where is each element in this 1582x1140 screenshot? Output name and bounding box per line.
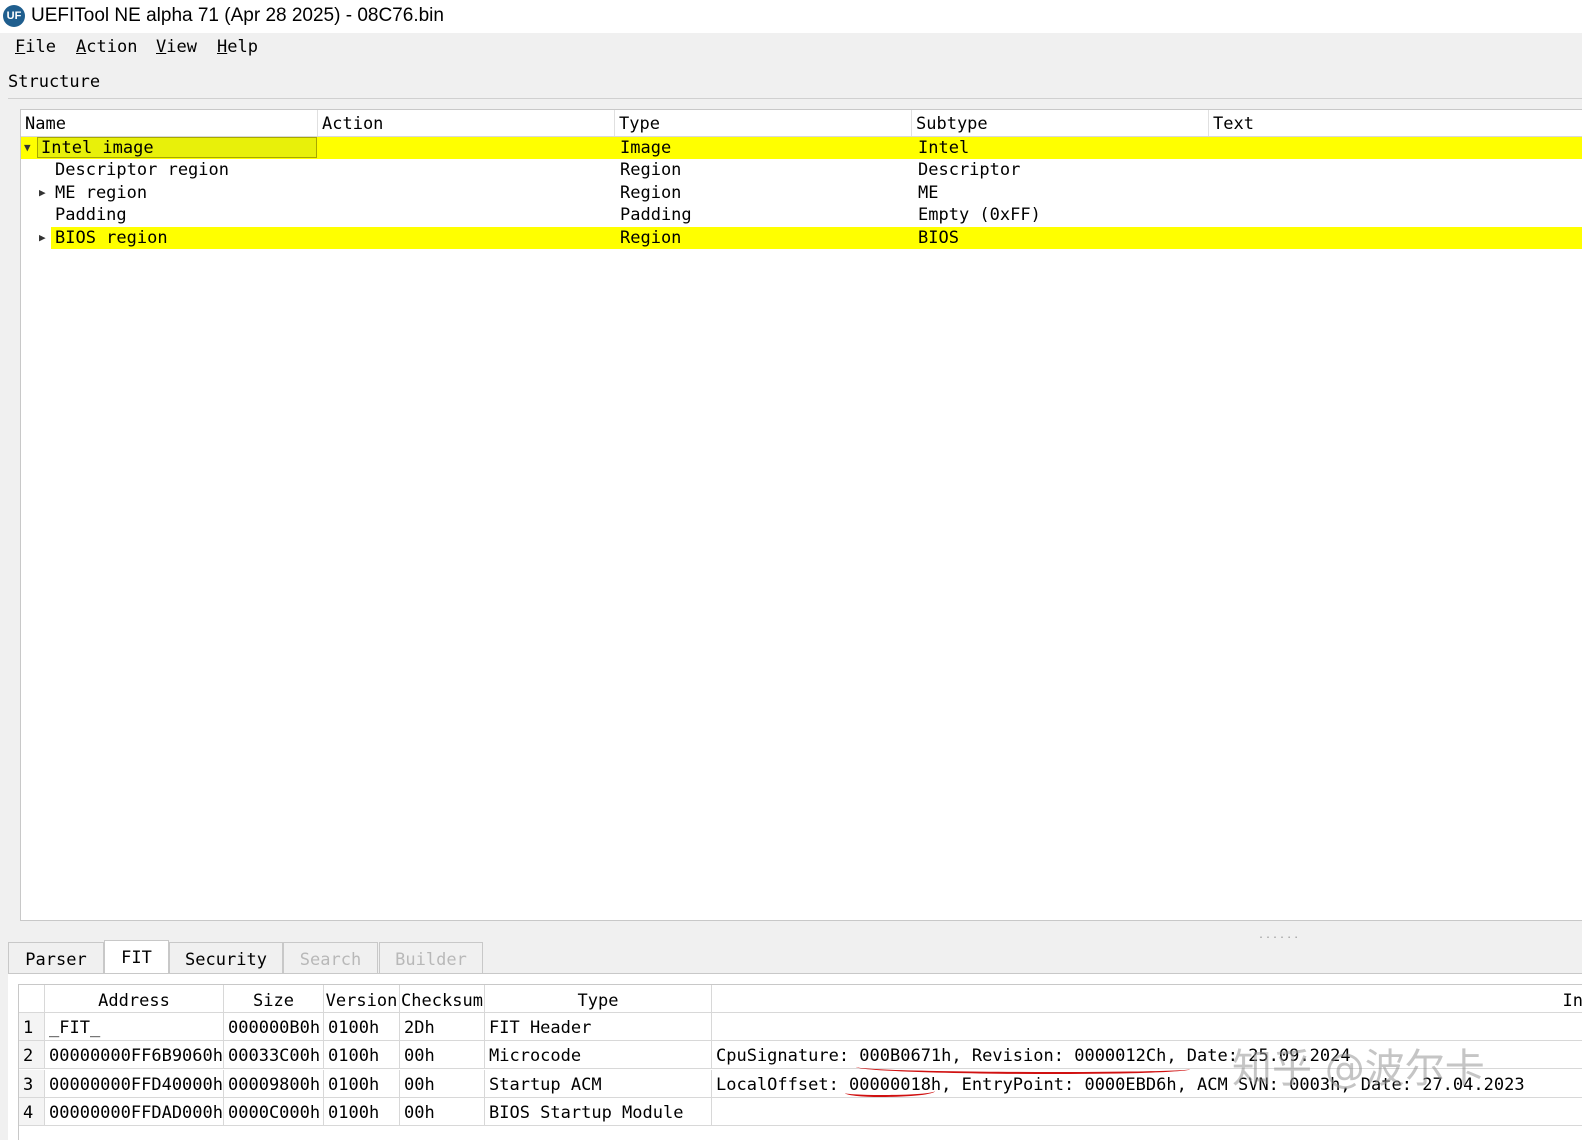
row-subtype: BIOS (918, 228, 959, 248)
row-name: Intel image (41, 138, 154, 158)
row-type: Region (620, 228, 682, 248)
fit-type: BIOS Startup Module (485, 1098, 712, 1126)
col-header-action[interactable]: Action (318, 110, 615, 136)
tree-row-descriptor-region[interactable]: Descriptor region Region Descriptor (21, 159, 1582, 181)
tab-search: Search (283, 942, 378, 973)
row-name: BIOS region (55, 228, 168, 248)
fit-table-header: Address Size Version Checksum Type In (19, 985, 1582, 1013)
fit-address: 00000000FFD40000h (45, 1070, 224, 1098)
fit-size: 0000C000h (224, 1098, 324, 1126)
tab-security[interactable]: Security (169, 942, 283, 973)
tab-builder: Builder (379, 942, 483, 973)
row-number: 4 (19, 1098, 45, 1126)
window-title: UEFITool NE alpha 71 (Apr 28 2025) - 08C… (31, 5, 444, 26)
structure-panel-label: Structure (8, 72, 101, 92)
tree-row-intel-image[interactable]: ▼ Intel image Image Intel (21, 137, 1582, 159)
tab-parser[interactable]: Parser (8, 942, 104, 973)
expand-arrow-icon[interactable]: ▶ (39, 227, 46, 249)
tree-row-bios-region[interactable]: ▶ BIOS region Region BIOS (39, 227, 1582, 249)
menu-accel: F (15, 37, 26, 57)
fit-size: 000000B0h (224, 1013, 324, 1041)
menu-label: ile (25, 37, 56, 57)
fit-size: 00033C00h (224, 1041, 324, 1069)
fit-col-header-type[interactable]: Type (485, 985, 712, 1013)
row-subtype: Empty (0xFF) (918, 205, 1041, 225)
row-type: Region (620, 183, 682, 203)
fit-col-header-checksum[interactable]: Checksum (400, 985, 485, 1013)
uefitool-app-icon: UF (3, 5, 25, 27)
menu-label: iew (166, 37, 197, 57)
fit-version: 0100h (324, 1013, 400, 1041)
fit-type: Microcode (485, 1041, 712, 1069)
fit-version: 0100h (324, 1098, 400, 1126)
fit-info (712, 1098, 1582, 1126)
expand-arrow-icon[interactable]: ▶ (39, 182, 46, 204)
tab-fit[interactable]: FIT (104, 940, 169, 975)
fit-version: 0100h (324, 1070, 400, 1098)
fit-col-header-info[interactable]: In (712, 985, 1582, 1013)
row-type: Padding (620, 205, 692, 225)
fit-row[interactable]: 4 00000000FFDAD000h 0000C000h 0100h 00h … (19, 1098, 1582, 1126)
fit-checksum: 00h (400, 1098, 485, 1126)
title-bar: UF UEFITool NE alpha 71 (Apr 28 2025) - … (0, 0, 1582, 33)
row-name: ME region (55, 183, 148, 203)
fit-checksum: 2Dh (400, 1013, 485, 1041)
row-number: 1 (19, 1013, 45, 1041)
menu-action[interactable]: Action (76, 37, 137, 57)
menu-bar: File Action View Help (0, 33, 1582, 61)
tree-header: Name Action Type Subtype Text (21, 110, 1582, 137)
col-header-type[interactable]: Type (615, 110, 912, 136)
tree-row-me-region[interactable]: ▶ ME region Region ME (21, 182, 1582, 204)
menu-accel: A (76, 37, 87, 57)
fit-address: _FIT_ (45, 1013, 224, 1041)
fit-col-header-address[interactable]: Address (45, 985, 224, 1013)
fit-type: Startup ACM (485, 1070, 712, 1098)
col-header-name[interactable]: Name (21, 110, 318, 136)
col-header-text[interactable]: Text (1209, 110, 1582, 136)
menu-help[interactable]: Help (217, 37, 258, 57)
structure-tree[interactable]: Name Action Type Subtype Text ▼ Intel im… (20, 109, 1582, 921)
fit-col-header-index (19, 985, 45, 1013)
tree-row-padding[interactable]: Padding Padding Empty (0xFF) (21, 204, 1582, 226)
fit-address: 00000000FF6B9060h (45, 1041, 224, 1069)
row-type: Image (620, 138, 672, 158)
col-header-subtype[interactable]: Subtype (912, 110, 1209, 136)
row-name: Descriptor region (55, 160, 229, 180)
watermark-text: 知乎 @波尔卡 (1232, 1046, 1485, 1092)
collapse-arrow-icon[interactable]: ▼ (24, 137, 31, 159)
menu-accel: V (156, 37, 167, 57)
row-type: Region (620, 160, 682, 180)
menu-view[interactable]: View (156, 37, 197, 57)
row-subtype: Descriptor (918, 160, 1021, 180)
row-name: Padding (55, 205, 127, 225)
menu-label: elp (227, 37, 258, 57)
fit-col-header-size[interactable]: Size (224, 985, 324, 1013)
fit-size: 00009800h (224, 1070, 324, 1098)
info-tab-bar: Parser FIT Security Search Builder (8, 940, 1582, 975)
row-number: 2 (19, 1041, 45, 1069)
fit-type: FIT Header (485, 1013, 712, 1041)
menu-accel: H (217, 37, 228, 57)
row-subtype: Intel (918, 138, 970, 158)
fit-col-header-version[interactable]: Version (324, 985, 400, 1013)
fit-address: 00000000FFDAD000h (45, 1098, 224, 1126)
menu-file[interactable]: File (15, 37, 56, 57)
row-number: 3 (19, 1070, 45, 1098)
fit-version: 0100h (324, 1041, 400, 1069)
menu-label: ction (86, 37, 138, 57)
row-subtype: ME (918, 183, 939, 203)
fit-checksum: 00h (400, 1041, 485, 1069)
fit-checksum: 00h (400, 1070, 485, 1098)
